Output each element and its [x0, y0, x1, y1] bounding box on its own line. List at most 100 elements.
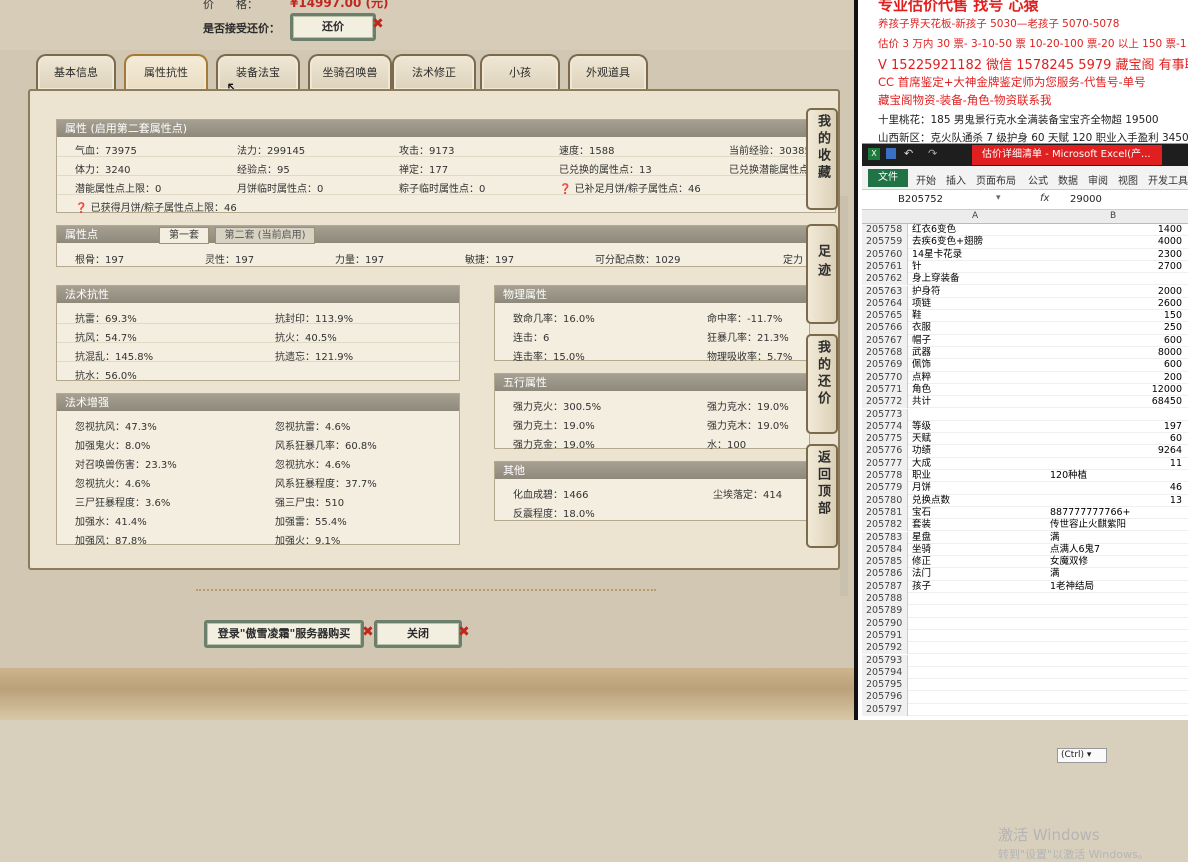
cell-b[interactable]: 2000: [1050, 286, 1182, 298]
cell-a[interactable]: 14星卡花录: [912, 249, 962, 261]
column-b-header[interactable]: B: [1110, 211, 1116, 221]
tab-basic-info[interactable]: 基本信息: [36, 54, 116, 90]
row-number[interactable]: 205769: [862, 359, 908, 372]
ribbon-tab-developer[interactable]: 开发工具: [1148, 172, 1188, 187]
cell-a[interactable]: 法门: [912, 568, 931, 580]
save-icon[interactable]: [886, 148, 896, 159]
row-number[interactable]: 205791: [862, 629, 908, 643]
ribbon-tab-view[interactable]: 视图: [1118, 172, 1138, 187]
row-number[interactable]: 205765: [862, 310, 908, 323]
chevron-down-icon[interactable]: ▾: [996, 193, 1001, 203]
tab-spell-correction[interactable]: 法术修正: [392, 54, 476, 90]
cell-b[interactable]: 200: [1050, 372, 1182, 384]
cell-b[interactable]: 13: [1050, 495, 1182, 507]
formula-input[interactable]: 29000: [1070, 194, 1102, 205]
help-icon[interactable]: ❓: [559, 184, 571, 195]
row-number[interactable]: 205782: [862, 519, 908, 532]
cell-a[interactable]: 宝石: [912, 507, 931, 519]
footprint-button[interactable]: 足迹: [806, 224, 838, 324]
cell-b[interactable]: 满: [1050, 532, 1182, 544]
row-number[interactable]: 205763: [862, 285, 908, 298]
cell-a[interactable]: 武器: [912, 347, 931, 359]
row-number[interactable]: 205776: [862, 445, 908, 458]
cell-a[interactable]: 孩子: [912, 581, 931, 593]
cell-a[interactable]: 修正: [912, 556, 931, 568]
row-number[interactable]: 205773: [862, 408, 908, 421]
help-icon[interactable]: ❓: [75, 203, 87, 214]
cell-a[interactable]: 功绩: [912, 445, 931, 457]
row-number[interactable]: 205764: [862, 297, 908, 311]
cell-a[interactable]: 帽子: [912, 335, 931, 347]
cell-a[interactable]: 项链: [912, 298, 931, 310]
row-number[interactable]: 205768: [862, 347, 908, 360]
cell-a[interactable]: 身上穿装备: [912, 273, 960, 285]
cell-b[interactable]: 8000: [1050, 347, 1182, 359]
bargain-button[interactable]: 还价: [290, 13, 376, 41]
cell-b[interactable]: 600: [1050, 359, 1182, 371]
cell-a[interactable]: 等级: [912, 421, 931, 433]
row-number[interactable]: 205760: [862, 248, 908, 261]
cell-b[interactable]: 68450: [1050, 396, 1182, 408]
row-number[interactable]: 205762: [862, 273, 908, 286]
cell-b[interactable]: 满: [1050, 568, 1182, 580]
cell-b[interactable]: 46: [1050, 482, 1182, 494]
cell-a[interactable]: 佩饰: [912, 359, 931, 371]
row-number[interactable]: 205781: [862, 506, 908, 520]
row-number[interactable]: 205788: [862, 593, 908, 606]
fx-icon[interactable]: fx: [1040, 193, 1049, 204]
ribbon-tab-home[interactable]: 开始: [916, 172, 936, 187]
cell-b[interactable]: 4000: [1050, 236, 1182, 248]
row-number[interactable]: 205779: [862, 482, 908, 495]
login-buy-button[interactable]: 登录"傲雪凌霜"服务器购买: [204, 620, 364, 648]
cell-b[interactable]: 250: [1050, 322, 1182, 334]
cell-b[interactable]: 197: [1050, 421, 1182, 433]
cell-a[interactable]: 大成: [912, 458, 931, 470]
close-button[interactable]: 关闭: [374, 620, 462, 648]
row-number[interactable]: 205790: [862, 617, 908, 630]
cell-a[interactable]: 共计: [912, 396, 931, 408]
cell-b[interactable]: 女魔双修: [1050, 556, 1182, 568]
cell-b[interactable]: 11: [1050, 458, 1182, 470]
row-number[interactable]: 205777: [862, 457, 908, 470]
row-number[interactable]: 205797: [862, 703, 908, 716]
cell-b[interactable]: 传世容止火麒紫阳: [1050, 519, 1182, 531]
row-number[interactable]: 205785: [862, 556, 908, 569]
cell-a[interactable]: 点粹: [912, 372, 931, 384]
cell-a[interactable]: 角色: [912, 384, 931, 396]
cell-a[interactable]: 护身符: [912, 286, 941, 298]
row-number[interactable]: 205796: [862, 691, 908, 704]
row-number[interactable]: 205795: [862, 679, 908, 692]
redo-icon[interactable]: ↷: [928, 147, 937, 160]
cell-a[interactable]: 星盘: [912, 532, 931, 544]
row-number[interactable]: 205770: [862, 371, 908, 384]
my-bargains-button[interactable]: 我的还价: [806, 334, 838, 434]
ribbon-tab-formula[interactable]: 公式: [1028, 172, 1048, 187]
row-number[interactable]: 205761: [862, 260, 908, 274]
row-number[interactable]: 205759: [862, 236, 908, 249]
undo-icon[interactable]: ↶: [904, 147, 913, 160]
row-number[interactable]: 205794: [862, 666, 908, 680]
cell-b[interactable]: 60: [1050, 433, 1182, 445]
cell-b[interactable]: 2300: [1050, 249, 1182, 261]
cell-b[interactable]: 2700: [1050, 261, 1182, 273]
file-tab[interactable]: 文件: [868, 169, 908, 187]
row-number[interactable]: 205789: [862, 605, 908, 618]
my-favorites-button[interactable]: 我的收藏: [806, 108, 838, 210]
column-a-header[interactable]: A: [972, 211, 978, 221]
cell-a[interactable]: 兑换点数: [912, 495, 950, 507]
cell-a[interactable]: 去疾6变色+翅膀: [912, 236, 983, 248]
back-to-top-button[interactable]: 返回顶部: [806, 444, 838, 548]
row-number[interactable]: 205783: [862, 531, 908, 544]
cell-b[interactable]: 2600: [1050, 298, 1182, 310]
row-number[interactable]: 205778: [862, 470, 908, 483]
game-scrollbar[interactable]: [840, 196, 848, 596]
ribbon-tab-review[interactable]: 审阅: [1088, 172, 1108, 187]
cell-b[interactable]: 9264: [1050, 445, 1182, 457]
row-number[interactable]: 205792: [862, 642, 908, 655]
cell-a[interactable]: 月饼: [912, 482, 931, 494]
tab-appearance[interactable]: 外观道具: [568, 54, 648, 90]
cell-a[interactable]: 红衣6变色: [912, 224, 956, 236]
cell-a[interactable]: 天赋: [912, 433, 931, 445]
ribbon-tab-layout[interactable]: 页面布局: [976, 172, 1016, 187]
ribbon-tab-data[interactable]: 数据: [1058, 172, 1078, 187]
